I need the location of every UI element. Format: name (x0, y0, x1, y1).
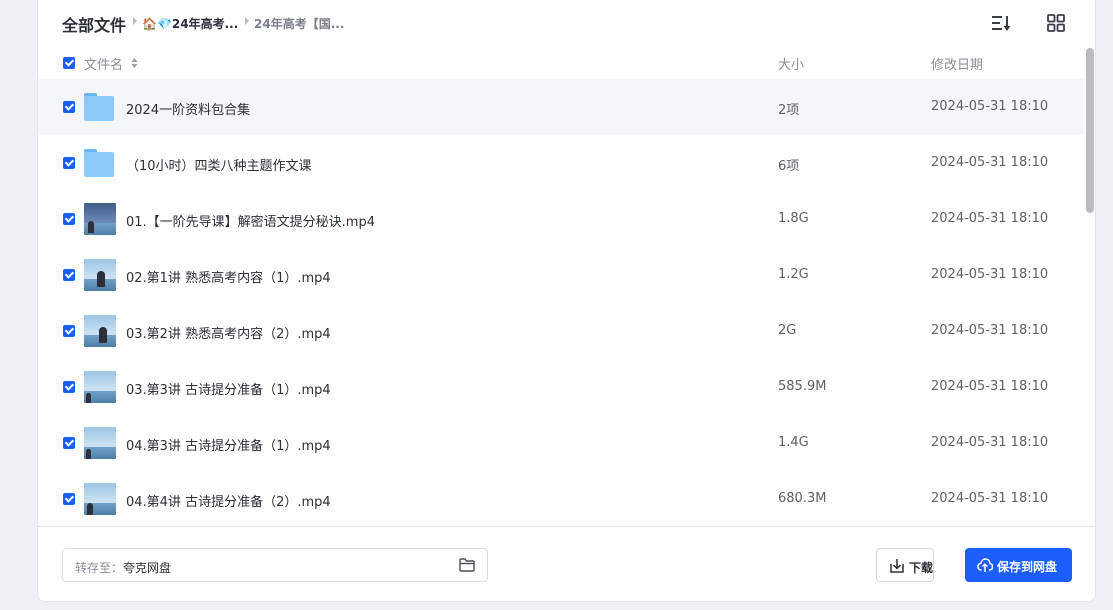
file-size: 6项 (778, 159, 800, 174)
list-item[interactable]: 2024一阶资料包合集 2项 2024-05-31 18:10 (38, 79, 1084, 135)
footer-bar: 转存至： 夸克网盘 下载 保存到网盘 (38, 526, 1095, 601)
chevron-right-icon (245, 17, 249, 25)
list-item[interactable]: 03.第3讲 古诗提分准备（1）.mp4 585.9M 2024-05-31 1… (38, 359, 1084, 415)
file-date: 2024-05-31 18:10 (931, 155, 1049, 170)
file-name[interactable]: 04.第3讲 古诗提分准备（1）.mp4 (126, 435, 331, 454)
download-button[interactable]: 下载 (876, 548, 934, 582)
breadcrumb-item-2[interactable]: 24年高考【国... (254, 15, 344, 32)
row-checkbox[interactable] (63, 325, 75, 337)
file-name[interactable]: 01.【一阶先导课】解密语文提分秘诀.mp4 (126, 211, 375, 230)
save-destination-selector[interactable]: 转存至： 夸克网盘 (62, 548, 488, 582)
file-size: 585.9M (778, 379, 827, 394)
sort-icon[interactable] (990, 12, 1012, 34)
file-size: 1.2G (778, 267, 809, 282)
file-name[interactable]: 04.第4讲 古诗提分准备（2）.mp4 (126, 491, 331, 510)
row-checkbox[interactable] (63, 437, 75, 449)
video-thumbnail-icon (84, 427, 116, 459)
list-item[interactable]: 04.第4讲 古诗提分准备（2）.mp4 680.3M 2024-05-31 1… (38, 471, 1084, 526)
file-date: 2024-05-31 18:10 (931, 99, 1049, 114)
save-to-drive-label: 保存到网盘 (997, 560, 1058, 574)
column-name[interactable]: 文件名 (84, 54, 123, 73)
file-size: 1.4G (778, 435, 809, 450)
file-size: 2项 (778, 103, 800, 118)
file-date: 2024-05-31 18:10 (931, 491, 1049, 506)
row-checkbox[interactable] (63, 381, 75, 393)
folder-icon[interactable] (459, 558, 475, 572)
video-thumbnail-icon (84, 315, 116, 347)
file-name[interactable]: 03.第2讲 熟悉高考内容（2）.mp4 (126, 323, 331, 342)
select-all-checkbox[interactable] (63, 57, 75, 69)
file-size: 2G (778, 323, 797, 338)
grid-view-icon[interactable] (1045, 12, 1067, 34)
save-to-drive-button[interactable]: 保存到网盘 (965, 548, 1072, 582)
row-checkbox[interactable] (63, 493, 75, 505)
row-checkbox[interactable] (63, 101, 75, 113)
breadcrumb: 全部文件 🏠💎24年高考... 24年高考【国... (38, 0, 1095, 46)
column-size: 大小 (778, 58, 805, 73)
breadcrumb-item-1[interactable]: 🏠💎24年高考... (142, 15, 238, 32)
row-checkbox[interactable] (63, 157, 75, 169)
row-checkbox[interactable] (63, 213, 75, 225)
download-icon (890, 559, 904, 573)
file-date: 2024-05-31 18:10 (931, 211, 1049, 226)
list-item[interactable]: （10小时）四类八种主题作文课 6项 2024-05-31 18:10 (38, 135, 1084, 191)
list-item[interactable]: 02.第1讲 熟悉高考内容（1）.mp4 1.2G 2024-05-31 18:… (38, 247, 1084, 303)
file-date: 2024-05-31 18:10 (931, 267, 1049, 282)
file-size: 1.8G (778, 211, 809, 226)
file-size: 680.3M (778, 491, 827, 506)
video-thumbnail-icon (84, 371, 116, 403)
file-name[interactable]: 2024一阶资料包合集 (126, 99, 250, 118)
chevron-right-icon (133, 17, 137, 25)
download-label: 下载 (909, 561, 934, 575)
file-name[interactable]: （10小时）四类八种主题作文课 (126, 155, 312, 174)
file-name[interactable]: 03.第3讲 古诗提分准备（1）.mp4 (126, 379, 331, 398)
folder-icon (84, 149, 114, 177)
row-checkbox[interactable] (63, 269, 75, 281)
scrollbar-thumb[interactable] (1086, 48, 1094, 213)
sort-arrows-icon[interactable] (131, 57, 138, 69)
list-item[interactable]: 04.第3讲 古诗提分准备（1）.mp4 1.4G 2024-05-31 18:… (38, 415, 1084, 471)
scrollbar[interactable] (1086, 46, 1094, 526)
breadcrumb-root[interactable]: 全部文件 (62, 12, 126, 36)
cloud-upload-icon (977, 558, 993, 572)
video-thumbnail-icon (84, 483, 116, 515)
file-share-panel: 全部文件 🏠💎24年高考... 24年高考【国... 文件名 大小 修改日期 2… (37, 0, 1096, 602)
file-date: 2024-05-31 18:10 (931, 435, 1049, 450)
file-date: 2024-05-31 18:10 (931, 379, 1049, 394)
video-thumbnail-icon (84, 259, 116, 291)
file-list: 2024一阶资料包合集 2项 2024-05-31 18:10 （10小时）四类… (38, 79, 1084, 526)
file-date: 2024-05-31 18:10 (931, 323, 1049, 338)
destination-value: 夸克网盘 (123, 561, 172, 575)
list-item[interactable]: 01.【一阶先导课】解密语文提分秘诀.mp4 1.8G 2024-05-31 1… (38, 191, 1084, 247)
destination-label: 转存至： (75, 561, 124, 575)
file-name[interactable]: 02.第1讲 熟悉高考内容（1）.mp4 (126, 267, 331, 286)
column-date: 修改日期 (931, 58, 984, 73)
column-header: 文件名 大小 修改日期 (38, 50, 1084, 78)
list-item[interactable]: 03.第2讲 熟悉高考内容（2）.mp4 2G 2024-05-31 18:10 (38, 303, 1084, 359)
folder-icon (84, 93, 114, 121)
video-thumbnail-icon (84, 203, 116, 235)
